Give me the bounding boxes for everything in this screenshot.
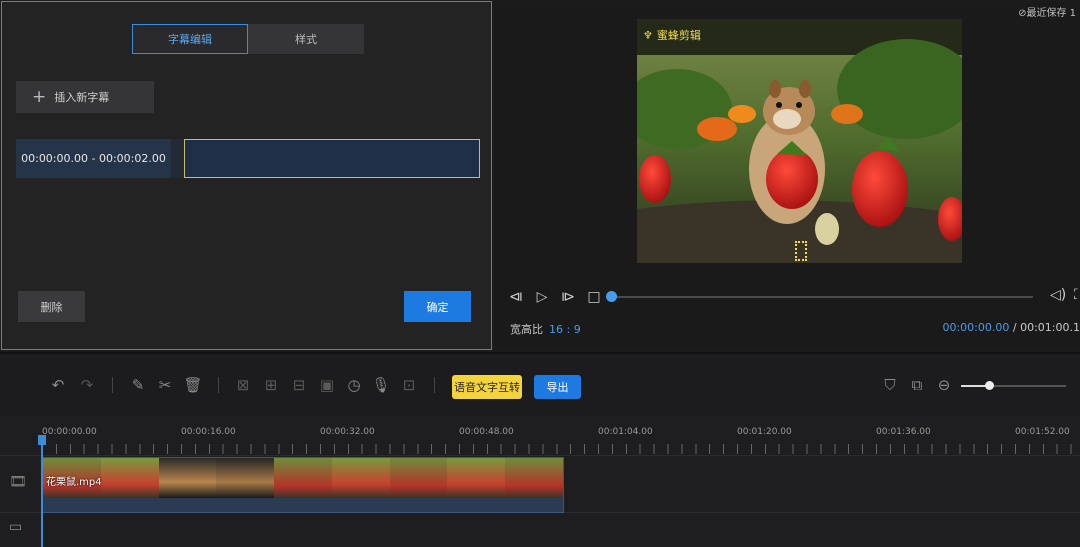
timeline-ruler[interactable]: 00:00:00.00 00:00:16.00 00:00:32.00 00:0… <box>0 416 1080 454</box>
timeline: 00:00:00.00 00:00:16.00 00:00:32.00 00:0… <box>0 416 1080 547</box>
subtitle-position-handle[interactable] <box>795 241 807 261</box>
fullscreen-icon[interactable]: ⛶ <box>1074 287 1080 303</box>
insert-subtitle-button[interactable]: + 插入新字幕 <box>16 81 154 113</box>
aspect-ratio-label: 宽高比 <box>510 323 543 336</box>
subtitle-text-input[interactable] <box>184 139 480 178</box>
video-clip[interactable]: 花栗鼠.mp4 <box>42 457 564 513</box>
stop-icon[interactable]: □ <box>586 288 602 306</box>
redo-icon[interactable]: ↷ <box>77 376 97 394</box>
edit-pen-icon[interactable]: ✎ <box>128 376 148 394</box>
tick-label: 00:01:20.00 <box>737 427 792 437</box>
video-frame-image <box>637 19 962 263</box>
tick-label: 00:00:48.00 <box>459 427 514 437</box>
play-icon[interactable]: ▷ <box>534 288 550 306</box>
tab-style[interactable]: 样式 <box>248 24 364 54</box>
aspect-ratio-value[interactable]: 16 : 9 <box>549 323 581 336</box>
timecode: 00:00:00.00 / 00:01:00.1 <box>942 321 1080 334</box>
video-track-icon: 🎞 <box>9 474 27 490</box>
toolbar-divider <box>218 377 219 393</box>
save-status: ⊘最近保存 1 <box>1018 4 1076 19</box>
playback-progress-knob[interactable] <box>606 291 617 302</box>
zoom-out-icon[interactable]: ⊖ <box>934 376 954 394</box>
clip-thumbnails <box>43 458 563 498</box>
toolbar-divider <box>434 377 435 393</box>
preview-panel: ⊘最近保存 1 ♆ 蜜蜂剪辑 ⧏ ▷ ⧐ □ ◁) ⛶ 宽高比 16: 9 0… <box>494 1 1080 350</box>
subtitle-row-divider <box>171 139 184 178</box>
aspect-ratio[interactable]: 宽高比 16 : 9 <box>510 321 581 337</box>
edit-toolbar: ↶ ↷ ✎ ✂ 🗑 ⊠ ⊞ ⊟ ▣ ◷ 🎙 ⊡ 语音文字互转 导出 ⛉ ⧉ ⊖ <box>0 352 1080 416</box>
save-status-text: 最近保存 1 <box>1026 8 1076 19</box>
volume-icon[interactable]: ◁) <box>1050 287 1066 303</box>
mosaic-icon[interactable]: ⊟ <box>289 376 309 394</box>
playhead[interactable] <box>41 438 43 547</box>
confirm-button[interactable]: 确定 <box>404 291 471 322</box>
microphone-icon[interactable]: 🎙 <box>371 376 391 394</box>
watermark-text: 蜜蜂剪辑 <box>656 29 701 42</box>
video-preview[interactable]: ♆ 蜜蜂剪辑 <box>637 19 962 263</box>
marker-icon[interactable]: ⛉ <box>880 376 900 394</box>
crop-icon[interactable]: ⊠ <box>233 376 253 394</box>
tick-label: 00:01:52.00 <box>1015 427 1070 437</box>
speech-to-text-button[interactable]: 语音文字互转 <box>452 375 522 399</box>
current-time: 00:00:00.00 <box>942 321 1010 334</box>
undo-icon[interactable]: ↶ <box>48 376 68 394</box>
tick-label: 00:01:36.00 <box>876 427 931 437</box>
clip-name: 花栗鼠.mp4 <box>46 477 102 488</box>
freeze-icon[interactable]: ▣ <box>317 376 337 394</box>
time-separator: / <box>1012 321 1017 334</box>
next-frame-icon[interactable]: ⧐ <box>560 288 576 306</box>
tick-label: 00:00:16.00 <box>181 427 236 437</box>
total-time: 00:01:00.1 <box>1020 321 1080 334</box>
tick-label: 00:00:32.00 <box>320 427 375 437</box>
speed-clock-icon[interactable]: ◷ <box>344 376 364 394</box>
audio-track-icon: ▭ <box>9 519 23 535</box>
insert-subtitle-label: 插入新字幕 <box>54 91 110 104</box>
export-button[interactable]: 导出 <box>534 375 581 399</box>
playback-progress-bar[interactable] <box>611 296 1033 298</box>
bee-logo-icon: ♆ <box>643 28 653 42</box>
subtitle-panel: 字幕编辑 样式 + 插入新字幕 00:00:00.00 - 00:00:02.0… <box>1 1 492 350</box>
subtitle-time-range[interactable]: 00:00:00.00 - 00:00:02.00 <box>16 139 171 178</box>
subtitle-row[interactable]: 00:00:00.00 - 00:00:02.00 <box>16 139 480 178</box>
audio-track: ▭ <box>0 513 1080 547</box>
tab-subtitle-edit[interactable]: 字幕编辑 <box>132 24 248 54</box>
cut-icon[interactable]: ✂ <box>155 376 175 394</box>
split-icon[interactable]: ⊞ <box>261 376 281 394</box>
subtitle-tabs: 字幕编辑 样式 <box>132 24 364 54</box>
delete-button[interactable]: 删除 <box>18 291 85 322</box>
toolbar-divider <box>112 377 113 393</box>
delete-icon[interactable]: 🗑 <box>183 376 203 394</box>
video-track: 🎞 花栗鼠.mp4 <box>0 455 1080 513</box>
tick-label: 00:01:04.00 <box>598 427 653 437</box>
tick-label: 00:00:00.00 <box>42 427 97 437</box>
watermark: ♆ 蜜蜂剪辑 <box>643 27 701 43</box>
ruler-ticks <box>42 444 1080 454</box>
fit-width-icon[interactable]: ⧉ <box>907 376 927 394</box>
prev-frame-icon[interactable]: ⧏ <box>508 288 524 306</box>
plus-icon: + <box>32 86 47 107</box>
zoom-slider-knob[interactable] <box>985 381 994 390</box>
screen-record-icon[interactable]: ⊡ <box>399 376 419 394</box>
playback-controls: ⧏ ▷ ⧐ □ <box>508 288 602 306</box>
